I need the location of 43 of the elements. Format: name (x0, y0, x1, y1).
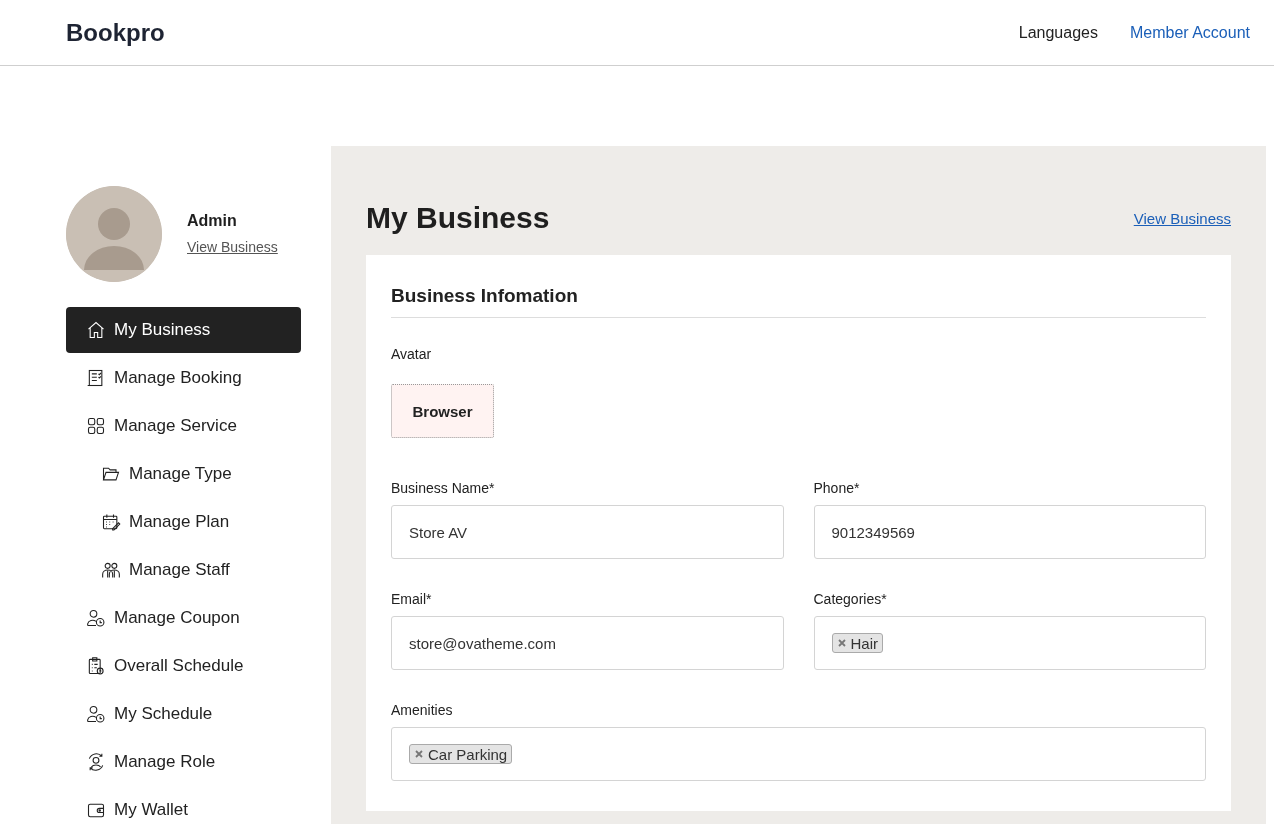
user-cycle-icon (86, 752, 106, 772)
text-input-field[interactable]: Store AV (391, 505, 784, 559)
field-label: Phone* (813, 480, 861, 496)
field-label: Avatar (391, 346, 433, 362)
header-link[interactable]: Member Account (1129, 23, 1250, 42)
sidebar-item[interactable]: My Business (66, 307, 301, 353)
brand-logo[interactable]: Bookpro (66, 18, 165, 47)
sidebar-item[interactable]: Manage Coupon (66, 595, 301, 641)
field-label: Email* (391, 591, 433, 607)
sidebar-item[interactable]: My Wallet (66, 787, 301, 824)
sidebar-subitem[interactable]: Manage Type (66, 451, 301, 497)
grid-icon (86, 416, 106, 436)
remove-icon[interactable] (835, 637, 848, 649)
remove-icon[interactable] (413, 748, 425, 760)
text-input-field[interactable]: 9012349569 (813, 505, 1206, 559)
view-business-link[interactable]: View Business (187, 239, 278, 255)
header-link[interactable]: Languages (1018, 23, 1098, 42)
text-input-field[interactable]: store@ovatheme.com (391, 616, 784, 670)
tag-chip[interactable]: Car Parking (409, 744, 513, 764)
sidebar-item[interactable]: My Schedule (66, 691, 301, 737)
user-name: Admin (187, 212, 238, 230)
sidebar-item[interactable]: Manage Service (66, 403, 301, 449)
user-clock-icon (86, 608, 106, 628)
people-icon (101, 560, 121, 580)
sidebar-item[interactable]: Manage Booking (66, 355, 301, 401)
sidebar-subitem[interactable]: Manage Staff (66, 547, 301, 593)
user-clock-icon (86, 704, 106, 724)
tag-chip[interactable]: Hair (831, 633, 883, 653)
tag-input-field[interactable]: Hair (813, 616, 1206, 670)
section-title: Business Infomation (391, 285, 1206, 318)
view-business-link[interactable]: View Business (1133, 209, 1231, 227)
sidebar-subitem[interactable]: Manage Plan (66, 499, 301, 545)
sidebar-item[interactable]: Overall Schedule (66, 643, 301, 689)
calendar-icon (101, 512, 121, 532)
home-icon (86, 320, 106, 340)
field-label: Categories* (813, 591, 888, 607)
field-label: Business Name* (391, 480, 496, 496)
clipboard-icon (86, 656, 106, 676)
sidebar-item[interactable]: Manage Role (66, 739, 301, 785)
page-title: My Business (366, 201, 550, 235)
browse-button[interactable]: Browser (391, 384, 494, 438)
tag-input-field[interactable]: Car Parking (391, 727, 1206, 781)
field-label: Amenities (391, 702, 454, 718)
